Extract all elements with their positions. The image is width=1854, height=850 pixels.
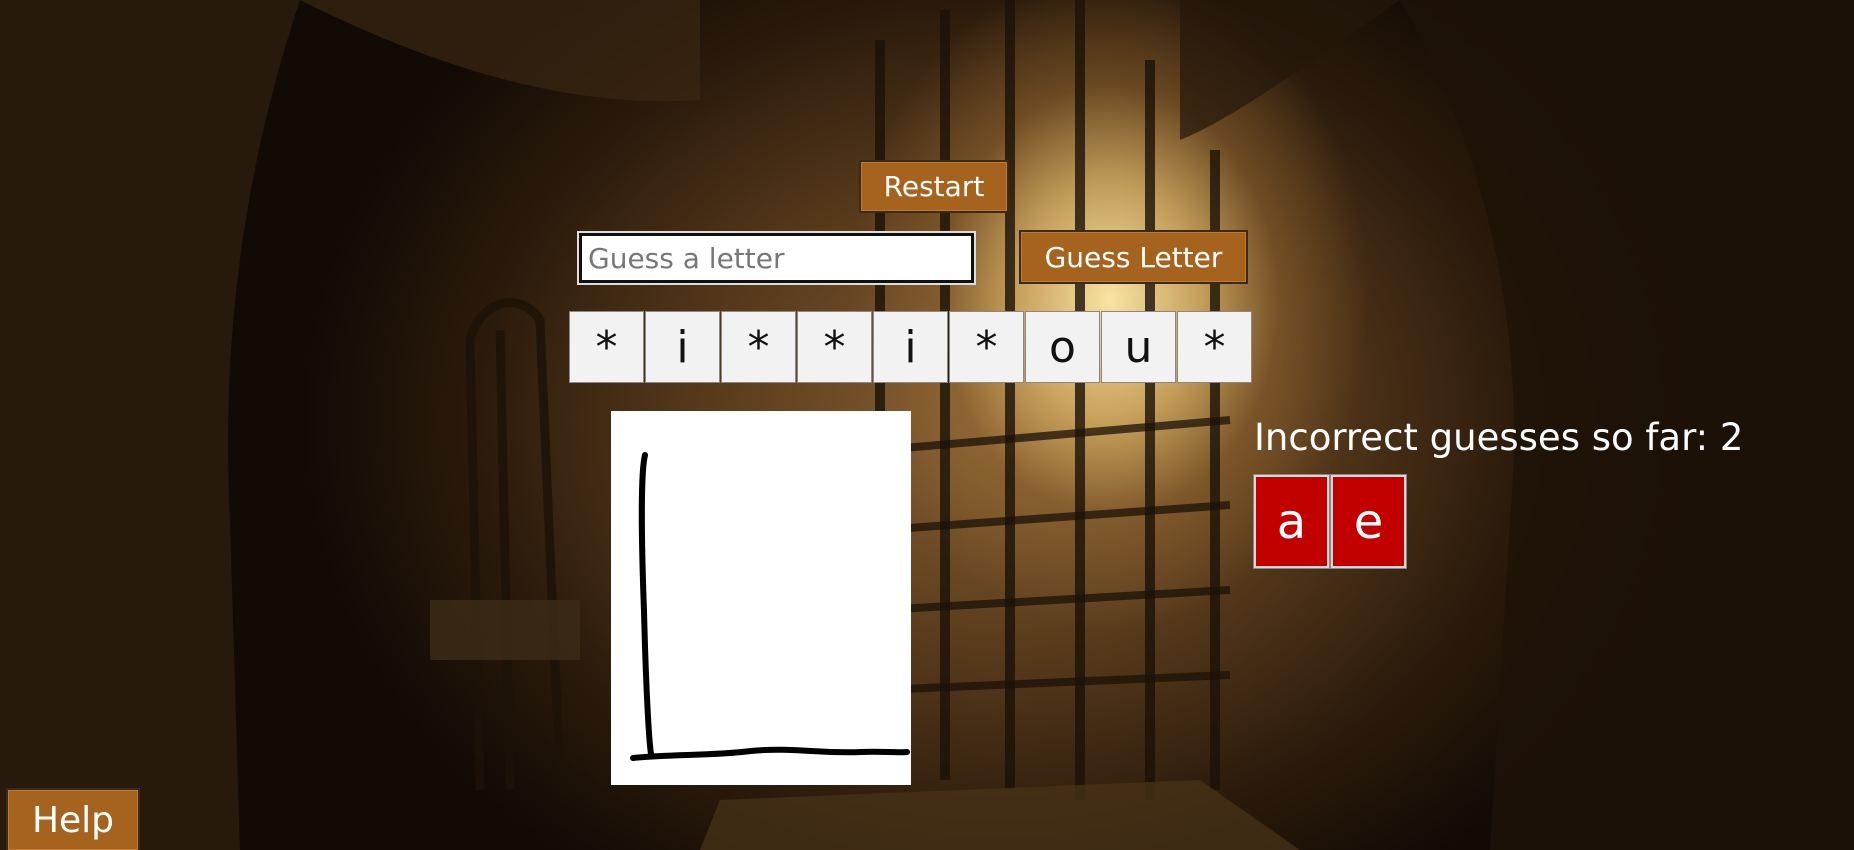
gallows-base [630,746,910,761]
letter-slot: * [1177,311,1252,383]
hangman-drawing [630,452,910,761]
guess-letter-button[interactable]: Guess Letter [1019,230,1248,284]
letter-slot: * [721,311,796,383]
letter-slot: * [949,311,1024,383]
letter-slot: * [797,311,872,383]
word-letter-slots: * i * * i * o u * [569,311,1253,383]
letter-slot: o [1025,311,1100,383]
incorrect-guesses-label: Incorrect guesses so far: 2 [1254,416,1744,459]
guess-letter-input[interactable] [577,231,976,285]
incorrect-letters-list: a e [1253,474,1408,569]
incorrect-letter-tile: e [1330,474,1407,569]
letter-slot: i [873,311,948,383]
gallows-pole [638,452,654,757]
incorrect-letter-tile: a [1253,474,1330,569]
letter-slot: i [645,311,720,383]
restart-button[interactable]: Restart [859,160,1009,213]
letter-slot: * [569,311,644,383]
hangman-drawing-canvas [611,411,911,785]
letter-slot: u [1101,311,1176,383]
help-button[interactable]: Help [6,788,140,850]
